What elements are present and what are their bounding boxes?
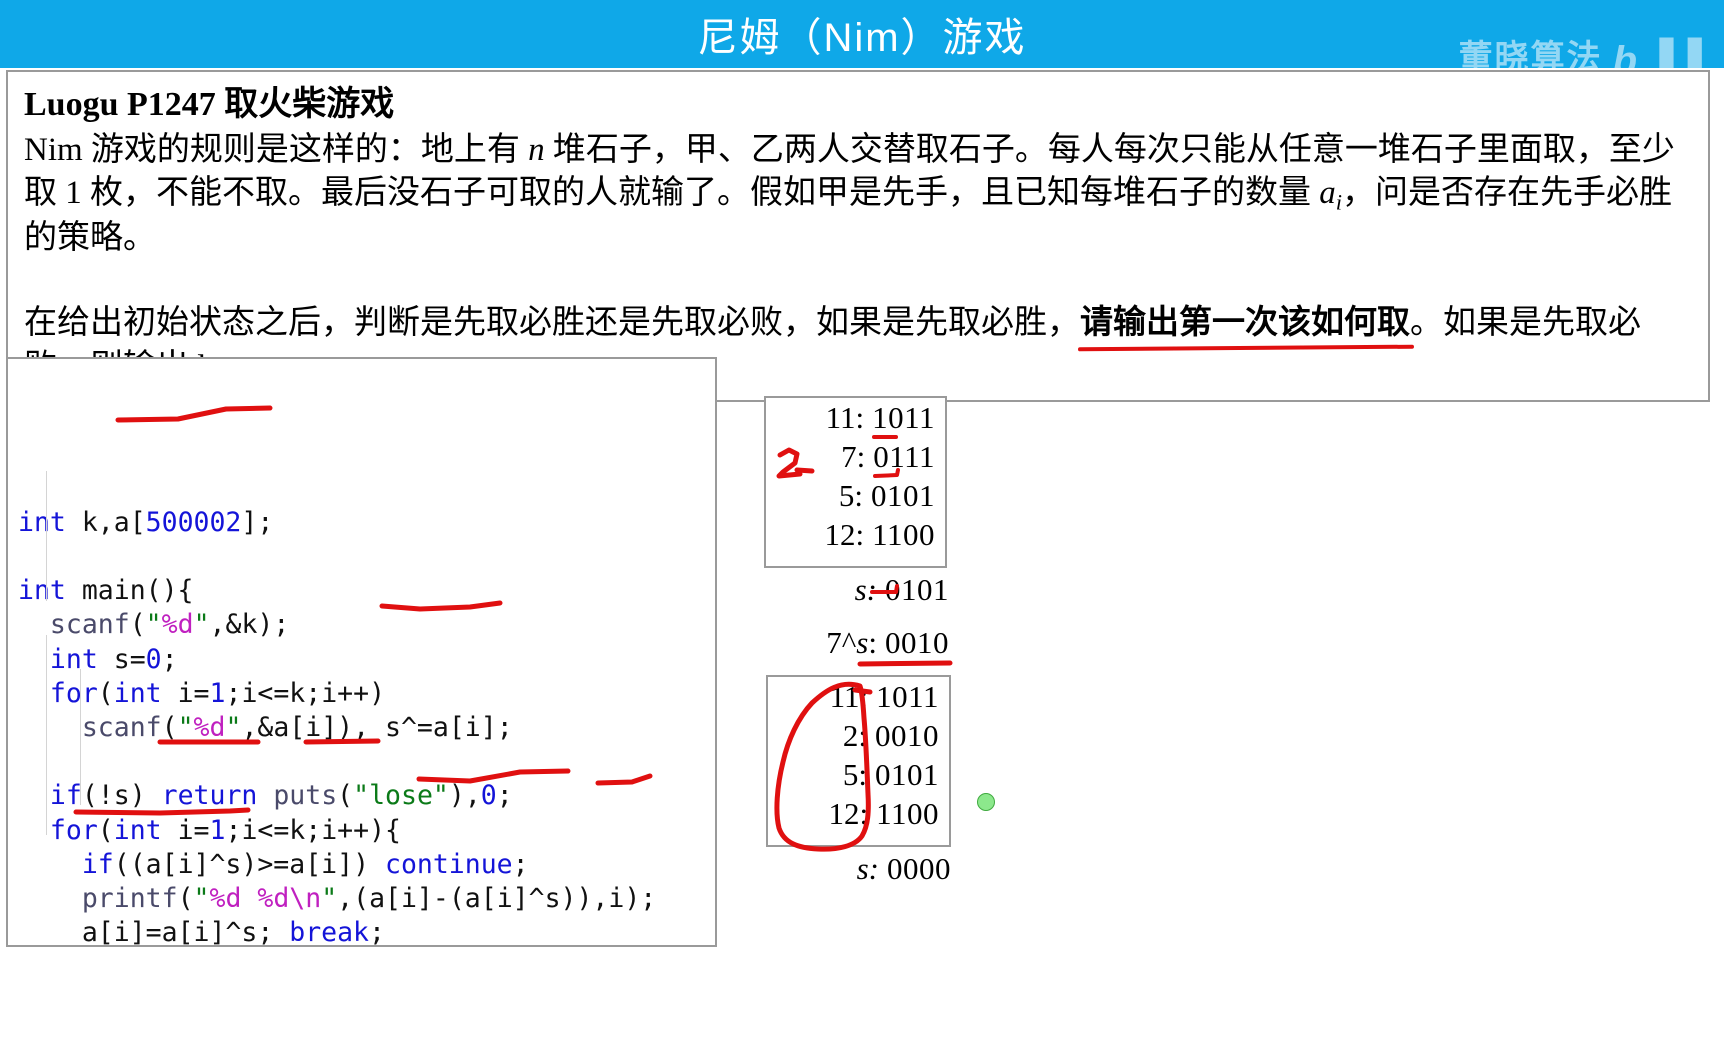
pile-bits: 1011 xyxy=(876,679,939,714)
pile-label: 11: xyxy=(825,400,865,435)
code-line-4: scanf("%d",&k); xyxy=(49,609,290,641)
code-line-5: int s=0; xyxy=(49,643,178,675)
xor-sum-label: s: xyxy=(854,572,877,607)
table-row: 5: 0101 xyxy=(768,755,949,794)
page-title: 尼姆（Nim）游戏 xyxy=(697,16,1027,60)
pile-bits: 1011 xyxy=(872,400,935,435)
indent-guide xyxy=(80,669,81,805)
pile-bits: 0010 xyxy=(875,718,939,753)
ink-underline-xor-result xyxy=(857,660,953,667)
pile-bits: 0101 xyxy=(875,757,939,792)
xor-sum-label: s: xyxy=(856,851,879,886)
cursor-indicator xyxy=(977,793,995,811)
code-line-13: a[i]=a[i]^s; break; xyxy=(18,917,385,947)
pile-bits: 0101 xyxy=(871,478,935,513)
code-panel: int k,a[500002]; int main(){ scanf("%d",… xyxy=(6,357,717,947)
pile-bits: 1100 xyxy=(872,517,935,552)
code-line-12: printf("%d %d\n",(a[i]-(a[i]^s)),i); xyxy=(81,883,657,915)
pile-label: 5: xyxy=(838,478,863,513)
binary-table-after-move: 11: 1011 2: 0010 5: 0101 12: 1100 xyxy=(766,675,951,847)
code-line-1: int k,a[500002]; xyxy=(18,506,274,538)
pile-label: 12: xyxy=(828,796,869,831)
pile-label: 7: xyxy=(841,439,866,474)
code-line-11: if((a[i]^s)>=a[i]) continue; xyxy=(81,848,529,880)
problem-description-paragraph: Nim 游戏的规则是这样的：地上有 n 堆石子，甲、乙两人交替取石子。每人每次只… xyxy=(24,129,1692,261)
code-line-9: if(!s) return puts("lose"),0; xyxy=(49,780,513,812)
pile-label: 12: xyxy=(824,517,865,552)
table-row: 11: 1011 xyxy=(766,398,945,437)
xor-result-bits: 0010 xyxy=(885,625,949,660)
xor-sum-bits: 0000 xyxy=(887,851,951,886)
desc-text-a: Nim 游戏的规则是这样的：地上有 xyxy=(24,131,529,168)
problem-title: Luogu P1247 取火柴游戏 xyxy=(24,86,395,123)
binary-table-initial: 11: 1011 7: 0111 5: 0101 12: 1100 xyxy=(764,396,947,568)
table-row: 2: 0010 xyxy=(768,716,949,755)
pile-bits: 0111 xyxy=(873,439,935,474)
xor-sum-bits: 0101 xyxy=(885,572,949,607)
table-row: 11: 1011 xyxy=(768,677,949,716)
var-a: a xyxy=(1319,175,1336,212)
table-row: 12: 1100 xyxy=(768,794,949,833)
problem-statement-panel: Luogu P1247 取火柴游戏 Nim 游戏的规则是这样的：地上有 n 堆石… xyxy=(6,70,1710,402)
xor-sum-row-initial: s: 0101 xyxy=(764,572,959,608)
emphasis-underlined-text: 请输出第一次该如何取 xyxy=(1080,305,1410,342)
code-line-3: int main(){ xyxy=(18,575,194,607)
table-row: 12: 1100 xyxy=(766,515,945,554)
code-line-6: for(int i=1;i<=k;i++) xyxy=(49,677,386,709)
xor-result-label: 7^s: xyxy=(826,625,877,660)
title-bar: 尼姆（Nim）游戏 董晓算法 b ▌▌ xyxy=(0,0,1724,81)
pile-bits: 1100 xyxy=(876,796,939,831)
pile-label: 2: xyxy=(842,718,867,753)
code-line-10: for(int i=1;i<=k;i++){ xyxy=(49,814,401,846)
code-line-7: scanf("%d",&a[i]), s^=a[i]; xyxy=(81,712,513,744)
pile-label: 11: xyxy=(829,679,869,714)
indent-guide xyxy=(46,635,47,835)
var-n: n xyxy=(528,131,545,168)
xor-sum-row-final: s: 0000 xyxy=(766,851,961,887)
table-row: 7: 0111 xyxy=(766,437,945,476)
indent-guide xyxy=(46,471,47,601)
xor-result-row: 7^s: 0010 xyxy=(744,625,959,661)
table-row: 5: 0101 xyxy=(766,476,945,515)
pile-label: 5: xyxy=(842,757,867,792)
output-text-a: 在给出初始状态之后，判断是先取必胜还是先取必败，如果是先取必胜， xyxy=(24,305,1080,342)
